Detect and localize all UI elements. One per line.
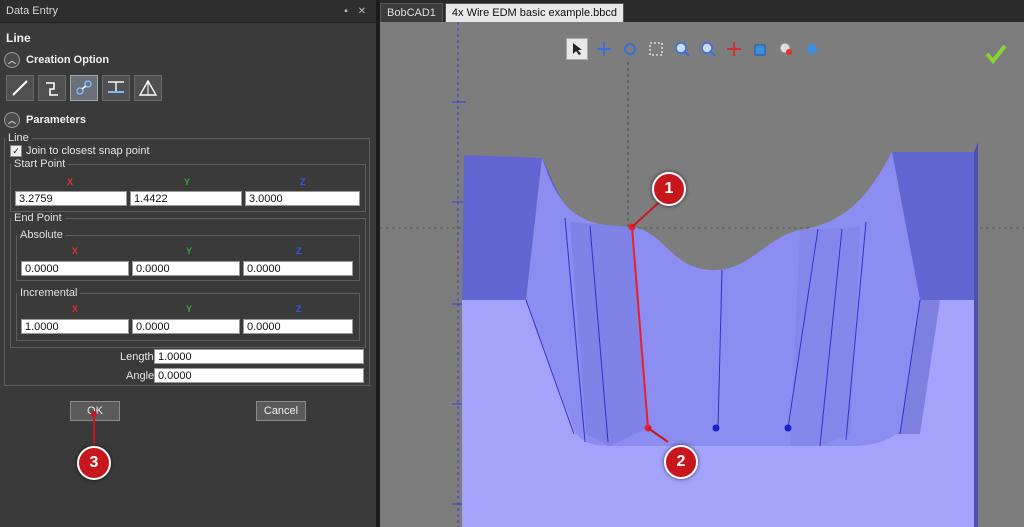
callout-1: 1 — [652, 172, 686, 206]
cad-model[interactable] — [380, 22, 1024, 527]
tab-bobcad1[interactable]: BobCAD1 — [380, 3, 443, 22]
view-toolbar — [566, 38, 822, 60]
box-select-icon[interactable] — [646, 39, 666, 59]
callout-3: 3 — [77, 446, 111, 480]
visibility-icon[interactable] — [776, 39, 796, 59]
rotate-icon[interactable] — [620, 39, 640, 59]
callout-2: 2 — [664, 445, 698, 479]
pan-icon[interactable] — [594, 39, 614, 59]
3d-viewport[interactable]: 1 2 — [380, 22, 1024, 527]
select-pointer-icon[interactable] — [566, 38, 588, 60]
checkmark-icon[interactable] — [984, 42, 1008, 66]
document-tabs: BobCAD1 4x Wire EDM basic example.bbcd — [380, 0, 1024, 22]
snap-settings-icon[interactable] — [802, 39, 822, 59]
zoom-icon[interactable] — [672, 39, 692, 59]
axis-icon[interactable] — [724, 39, 744, 59]
callout-3-leader — [91, 411, 97, 447]
zoom-fit-icon[interactable] — [698, 39, 718, 59]
tab-wire-edm-example[interactable]: 4x Wire EDM basic example.bbcd — [444, 3, 624, 22]
cube-view-icon[interactable] — [750, 39, 770, 59]
